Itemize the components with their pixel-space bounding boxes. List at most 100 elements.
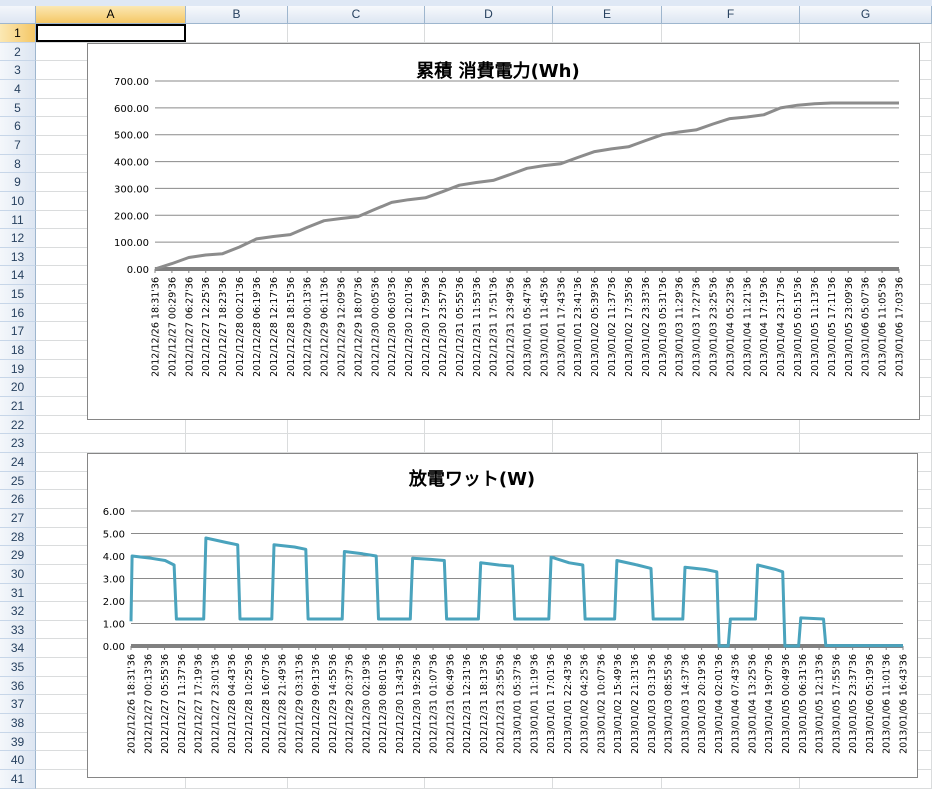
x-tick-label: 2013/01/05 12:13'36 [815,654,826,754]
row-header-12[interactable]: 12 [0,229,36,248]
x-tick-label: 2013/01/02 04:25'36 [580,654,591,754]
column-header-f[interactable]: F [662,6,800,24]
row-header-39[interactable]: 39 [0,733,36,751]
x-tick-label: 2012/12/31 05:55'36 [455,277,466,377]
x-tick-label: 2013/01/04 02:01'36 [714,654,725,754]
y-tick-label: 4.00 [103,552,125,563]
x-tick-label: 2012/12/29 18:07'36 [353,277,364,377]
x-tick-label: 2013/01/04 23:17'36 [776,277,787,377]
y-tick-label: 2.00 [103,597,125,608]
x-tick-label: 2013/01/01 22:43'36 [563,654,574,754]
x-tick-label: 2013/01/04 05:23'36 [725,277,736,377]
row-header-40[interactable]: 40 [0,751,36,770]
x-tick-label: 2012/12/28 04:43'36 [227,654,238,754]
row-header-15[interactable]: 15 [0,285,36,304]
x-tick-label: 2012/12/31 18:13'36 [479,654,490,754]
x-tick-label: 2012/12/27 11:37'36 [177,654,188,754]
x-tick-label: 2012/12/26 18:31'36 [127,654,138,754]
row-header-41[interactable]: 41 [0,770,36,789]
x-tick-label: 2013/01/02 17:35'36 [624,277,635,377]
x-tick-label: 2012/12/28 10:25'36 [244,654,255,754]
x-tick-label: 2012/12/30 06:03'36 [387,277,398,377]
y-tick-label: 0.00 [103,642,125,653]
row-header-8[interactable]: 8 [0,155,36,173]
row-header-6[interactable]: 6 [0,117,36,136]
row-header-19[interactable]: 19 [0,360,36,378]
x-tick-label: 2012/12/31 06:49'36 [445,654,456,754]
column-header-d[interactable]: D [425,6,553,24]
row-header-32[interactable]: 32 [0,602,36,621]
x-tick-label: 2013/01/06 17:03'36 [895,277,906,377]
column-header-a[interactable]: A [36,6,186,24]
row-header-11[interactable]: 11 [0,211,36,229]
row-header-29[interactable]: 29 [0,546,36,565]
x-tick-label: 2013/01/05 11:13'36 [810,277,821,377]
x-tick-label: 2013/01/05 06:31'36 [798,654,809,754]
x-tick-label: 2013/01/03 03:13'36 [647,654,658,754]
row-header-10[interactable]: 10 [0,192,36,211]
x-tick-label: 2012/12/27 00:29'36 [167,277,178,377]
row-header-25[interactable]: 25 [0,472,36,490]
row-header-37[interactable]: 37 [0,695,36,714]
x-tick-label: 2012/12/31 11:53'36 [472,277,483,377]
row-header-14[interactable]: 14 [0,266,36,285]
column-header-e[interactable]: E [553,6,662,24]
row-header-26[interactable]: 26 [0,490,36,509]
x-tick-label: 2012/12/29 12:09'36 [337,277,348,377]
row-header-3[interactable]: 3 [0,61,36,80]
series-line [129,536,903,648]
select-all-corner[interactable] [0,6,36,24]
x-tick-label: 2013/01/03 05:31'36 [658,277,669,377]
row-header-9[interactable]: 9 [0,173,36,192]
row-header-22[interactable]: 22 [0,416,36,434]
column-header-b[interactable]: B [186,6,288,24]
row-header-13[interactable]: 13 [0,248,36,266]
x-tick-label: 2012/12/28 21:49'36 [278,654,289,754]
row-header-4[interactable]: 4 [0,80,36,99]
row-header-36[interactable]: 36 [0,677,36,695]
row-header-23[interactable]: 23 [0,434,36,453]
row-header-38[interactable]: 38 [0,714,36,733]
row-header-21[interactable]: 21 [0,397,36,416]
y-tick-label: 0.00 [127,265,149,276]
x-tick-label: 2013/01/05 05:15'36 [793,277,804,377]
x-tick-label: 2013/01/05 00:49'36 [781,654,792,754]
y-tick-label: 300.00 [114,184,149,195]
x-tick-label: 2013/01/02 11:37'36 [607,277,618,377]
row-header-7[interactable]: 7 [0,136,36,155]
row-header-34[interactable]: 34 [0,639,36,658]
x-tick-label: 2013/01/03 23:25'36 [709,277,720,377]
row-header-20[interactable]: 20 [0,378,36,397]
chart-title: 累積 消費電力(Wh) [416,60,579,82]
discharge-watt-chart[interactable]: 放電ワット(W) 0.00 1.00 2.00 3.00 4.00 5.00 6.00 2012… [87,453,918,778]
x-tick-label: 2013/01/06 05:07'36 [861,277,872,377]
row-header-16[interactable]: 16 [0,304,36,322]
row-header-5[interactable]: 5 [0,99,36,117]
row-header-30[interactable]: 30 [0,565,36,584]
row-header-17[interactable]: 17 [0,322,36,341]
row-header-24[interactable]: 24 [0,453,36,472]
active-cell-a1[interactable] [36,24,186,42]
x-tick-label: 2012/12/28 18:15'36 [286,277,297,377]
x-tick-label: 2012/12/29 06:11'36 [320,277,331,377]
row-header-27[interactable]: 27 [0,509,36,528]
y-tick-label: 3.00 [103,575,125,586]
x-tick-label: 2012/12/30 19:25'36 [412,654,423,754]
x-tick-label: 2013/01/04 07:43'36 [731,654,742,754]
x-tick-label: 2013/01/01 05:47'36 [523,277,534,377]
cumulative-power-chart[interactable]: 累積 消費電力(Wh) 0.00 100.00 200.00 300.00 400.00 5… [87,43,920,420]
x-tick-label: 2012/12/28 16:07'36 [261,654,272,754]
row-header-33[interactable]: 33 [0,621,36,639]
row-header-35[interactable]: 35 [0,658,36,677]
row-header-31[interactable]: 31 [0,584,36,602]
column-header-g[interactable]: G [800,6,932,24]
x-tick-label: 2012/12/27 06:27'36 [184,277,195,377]
x-tick-label: 2012/12/30 08:01'36 [378,654,389,754]
row-header-28[interactable]: 28 [0,528,36,546]
x-tick-label: 2012/12/27 05:55'36 [160,654,171,754]
row-header-1[interactable]: 1 [0,24,36,43]
x-tick-label: 2013/01/06 16:43'36 [899,654,910,754]
row-header-18[interactable]: 18 [0,341,36,360]
column-header-c[interactable]: C [288,6,425,24]
row-header-2[interactable]: 2 [0,43,36,61]
